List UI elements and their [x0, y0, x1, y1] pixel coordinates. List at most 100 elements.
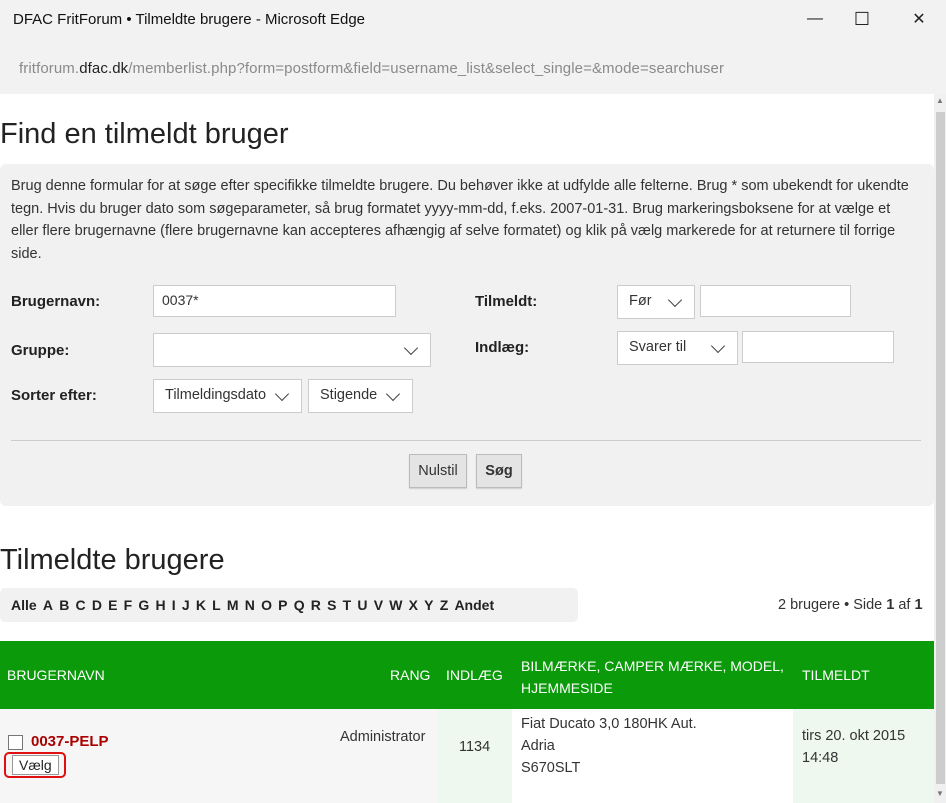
- scroll-down-icon[interactable]: ▼: [934, 789, 946, 803]
- alphabet-link-andet[interactable]: Andet: [454, 588, 494, 622]
- search-panel: Brug denne formular for at søge efter sp…: [0, 164, 934, 506]
- chevron-down-icon: [274, 386, 290, 402]
- total-pages: 1: [914, 597, 923, 613]
- close-button[interactable]: ✕: [893, 0, 945, 38]
- url-path: /memberlist.php?form=postform&field=user…: [128, 60, 725, 77]
- alphabet-links: Alle A B C D E F G H I J K L M N O P Q R S T U V W X Y Z Andet: [11, 588, 500, 622]
- col-custom: BILMÆRKE, CAMPER MÆRKE, MODEL, HJEMMESID…: [521, 658, 784, 696]
- col-username[interactable]: BRUGERNAVN: [7, 667, 105, 683]
- search-heading: Find en tilmeldt bruger: [0, 118, 289, 150]
- search-description: Brug denne formular for at søge efter sp…: [11, 178, 909, 262]
- joined-date-input[interactable]: [700, 285, 851, 317]
- url-domain-prefix: fritforum.: [19, 60, 80, 77]
- scroll-up-icon[interactable]: ▲: [934, 96, 946, 110]
- alphabet-link-f[interactable]: F: [124, 588, 133, 622]
- alphabet-link-q[interactable]: Q: [294, 588, 305, 622]
- custom-cell-line2: Adria: [521, 738, 555, 754]
- custom-cell-line1: Fiat Ducato 3,0 180HK Aut.: [521, 716, 697, 732]
- posts-cell[interactable]: 1134: [459, 739, 490, 755]
- alphabet-link-l[interactable]: L: [212, 588, 221, 622]
- reset-button[interactable]: Nulstil: [409, 454, 467, 488]
- vertical-scrollbar[interactable]: ▲ ▼: [934, 94, 946, 803]
- chevron-down-icon: [385, 386, 401, 402]
- alphabet-link-y[interactable]: Y: [424, 588, 433, 622]
- alphabet-link-n[interactable]: N: [245, 588, 255, 622]
- pager-of: af: [894, 597, 915, 613]
- chevron-down-icon: [667, 292, 683, 308]
- posts-operator-value: Svarer til: [629, 339, 687, 355]
- alphabet-link-i[interactable]: I: [172, 588, 176, 622]
- url-domain: dfac.dk: [79, 60, 129, 77]
- alphabet-link-v[interactable]: V: [374, 588, 383, 622]
- joined-operator-value: Før: [629, 293, 652, 309]
- alphabet-link-h[interactable]: H: [155, 588, 165, 622]
- search-button[interactable]: Søg: [476, 454, 522, 488]
- col-rank[interactable]: RANG: [390, 667, 430, 683]
- maximize-icon: ☐: [853, 8, 871, 29]
- rank-cell: Administrator: [340, 729, 426, 745]
- member-count: 2 brugere: [778, 597, 841, 613]
- alphabet-link-t[interactable]: T: [343, 588, 352, 622]
- group-label: Gruppe:: [11, 342, 70, 359]
- sort-select-value: Tilmeldingsdato: [165, 387, 267, 403]
- table-row: 0037-PELP Vælg Administrator 1134 Fiat D…: [0, 709, 934, 803]
- group-select[interactable]: [153, 333, 431, 367]
- members-heading: Tilmeldte brugere: [0, 544, 225, 576]
- chevron-down-icon: [403, 340, 419, 356]
- window-title: DFAC FritForum • Tilmeldte brugere - Mic…: [13, 11, 366, 28]
- address-bar[interactable]: fritforum.dfac.dk/memberlist.php?form=po…: [0, 38, 946, 94]
- chevron-down-icon: [710, 338, 726, 354]
- maximize-button[interactable]: ☐: [836, 0, 888, 38]
- alphabet-link-r[interactable]: R: [311, 588, 321, 622]
- pager-separator: • Side: [840, 597, 887, 613]
- form-divider: [11, 440, 921, 441]
- alphabet-link-d[interactable]: D: [92, 588, 102, 622]
- alphabet-link-s[interactable]: S: [327, 588, 336, 622]
- posts-label: Indlæg:: [475, 339, 530, 356]
- alphabet-link-x[interactable]: X: [409, 588, 418, 622]
- highlight-ring: [4, 752, 66, 778]
- members-table-header: BRUGERNAVN RANG INDLÆG BILMÆRKE, CAMPER …: [0, 641, 934, 709]
- alphabet-filter: Alle A B C D E F G H I J K L M N O P Q R S T U V W X Y Z Andet: [0, 588, 578, 622]
- minimize-icon: —: [807, 10, 823, 27]
- page-content: Find en tilmeldt bruger Brug denne formu…: [0, 94, 934, 803]
- joined-label: Tilmeldt:: [475, 293, 538, 310]
- alphabet-link-o[interactable]: O: [261, 588, 272, 622]
- username-input[interactable]: 0037*: [153, 285, 396, 317]
- alphabet-link-a[interactable]: A: [43, 588, 53, 622]
- alphabet-link-b[interactable]: B: [59, 588, 69, 622]
- select-user-checkbox[interactable]: [8, 735, 23, 750]
- alphabet-link-g[interactable]: G: [138, 588, 149, 622]
- window-titlebar: DFAC FritForum • Tilmeldte brugere - Mic…: [0, 0, 946, 38]
- alphabet-link-c[interactable]: C: [76, 588, 86, 622]
- alphabet-link-alle[interactable]: Alle: [11, 588, 37, 622]
- alphabet-link-e[interactable]: E: [108, 588, 117, 622]
- alphabet-link-z[interactable]: Z: [440, 588, 449, 622]
- col-posts[interactable]: INDLÆG: [446, 667, 503, 683]
- order-select[interactable]: Stigende: [308, 379, 413, 413]
- scrollbar-thumb[interactable]: [936, 112, 945, 784]
- minimize-button[interactable]: —: [789, 0, 841, 38]
- alphabet-link-k[interactable]: K: [196, 588, 206, 622]
- joined-operator-select[interactable]: Før: [617, 285, 695, 319]
- url-text[interactable]: fritforum.dfac.dk/memberlist.php?form=po…: [19, 60, 724, 77]
- posts-count-input[interactable]: [742, 331, 894, 363]
- alphabet-link-u[interactable]: U: [357, 588, 367, 622]
- custom-cell-line3: S670SLT: [521, 760, 581, 776]
- alphabet-link-j[interactable]: J: [182, 588, 190, 622]
- alphabet-link-w[interactable]: W: [389, 588, 402, 622]
- order-select-value: Stigende: [320, 387, 378, 403]
- username-label: Brugernavn:: [11, 293, 101, 310]
- posts-operator-select[interactable]: Svarer til: [617, 331, 738, 365]
- col-joined[interactable]: TILMELDT: [802, 667, 870, 683]
- posts-cell-bg: [437, 709, 512, 803]
- pagination-info: 2 brugere • Side 1 af 1: [778, 597, 923, 613]
- joined-cell-line1: tirs 20. okt 2015: [802, 728, 906, 744]
- sort-select[interactable]: Tilmeldingsdato: [153, 379, 302, 413]
- alphabet-link-p[interactable]: P: [278, 588, 287, 622]
- username-link[interactable]: 0037-PELP: [31, 733, 109, 750]
- close-icon: ✕: [912, 11, 926, 28]
- joined-cell-line2: 14:48: [802, 750, 839, 766]
- sort-label: Sorter efter:: [11, 387, 97, 404]
- alphabet-link-m[interactable]: M: [227, 588, 239, 622]
